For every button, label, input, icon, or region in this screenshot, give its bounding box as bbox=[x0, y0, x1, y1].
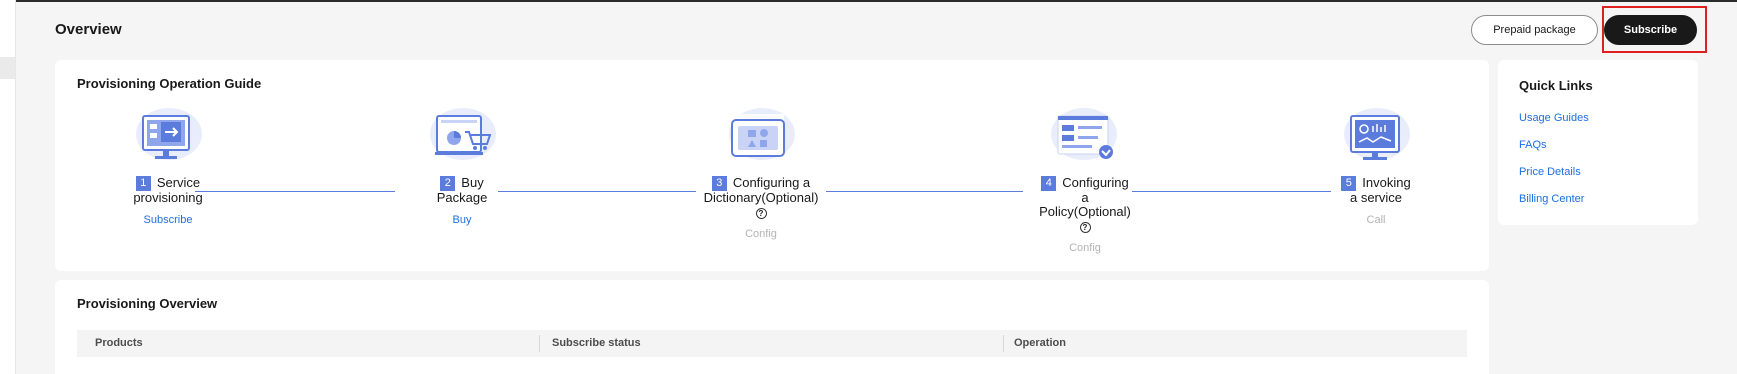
link-price-details[interactable]: Price Details bbox=[1519, 166, 1581, 178]
guide-title: Provisioning Operation Guide bbox=[77, 76, 262, 91]
column-divider bbox=[539, 335, 540, 352]
step-title-line2: Package bbox=[436, 190, 488, 205]
prepaid-package-button[interactable]: Prepaid package bbox=[1471, 15, 1598, 45]
top-border bbox=[0, 0, 1737, 2]
column-divider bbox=[1003, 335, 1004, 352]
cart-icon bbox=[427, 108, 497, 170]
step-title-line2: provisioning bbox=[133, 190, 203, 205]
column-header-products: Products bbox=[95, 337, 143, 349]
step-number: 1 bbox=[135, 176, 151, 191]
policy-icon bbox=[1050, 108, 1120, 170]
monitor-arrow-icon bbox=[133, 108, 203, 170]
step-number: 2 bbox=[440, 176, 456, 191]
quick-links-title: Quick Links bbox=[1519, 78, 1593, 93]
provisioning-overview-card: Provisioning Overview Products Subscribe… bbox=[55, 280, 1489, 374]
step-number: 5 bbox=[1341, 176, 1357, 191]
help-icon[interactable]: ? bbox=[1079, 222, 1091, 233]
quick-links-card: Quick Links Usage Guides FAQs Price Deta… bbox=[1498, 60, 1698, 225]
step-action-config-dictionary: Config bbox=[745, 228, 777, 240]
left-nav-selected-item[interactable] bbox=[0, 57, 15, 79]
step-action-buy[interactable]: Buy bbox=[387, 214, 537, 226]
column-header-operation: Operation bbox=[1014, 337, 1066, 349]
step-title-line1: Configuring bbox=[1062, 175, 1129, 190]
step-title-line1: Invoking bbox=[1362, 175, 1411, 190]
step-title-line1: Buy bbox=[461, 175, 484, 190]
step-title-line3: Policy(Optional) bbox=[1039, 204, 1131, 219]
step-title-line1: Service bbox=[156, 175, 201, 190]
step-number: 4 bbox=[1041, 176, 1057, 191]
dashboard-monitor-icon bbox=[1341, 108, 1411, 170]
step-title-line2: Dictionary(Optional) bbox=[703, 190, 819, 205]
link-billing-center[interactable]: Billing Center bbox=[1519, 193, 1584, 205]
subscribe-button[interactable]: Subscribe bbox=[1604, 15, 1697, 45]
table-header: Products Subscribe status Operation bbox=[77, 330, 1467, 357]
step-action-call: Call bbox=[1366, 214, 1386, 226]
link-faqs[interactable]: FAQs bbox=[1519, 139, 1547, 151]
dictionary-icon bbox=[726, 108, 796, 170]
step-title-line2: a bbox=[1081, 190, 1089, 205]
operation-guide-card: Provisioning Operation Guide 1 Service pr… bbox=[55, 60, 1489, 271]
step-connector-3 bbox=[826, 191, 1023, 192]
step-number: 3 bbox=[711, 176, 727, 191]
step-action-config-policy: Config bbox=[1069, 242, 1101, 254]
help-icon[interactable]: ? bbox=[755, 208, 767, 219]
step-action-subscribe[interactable]: Subscribe bbox=[93, 214, 243, 226]
column-header-subscribe-status: Subscribe status bbox=[552, 337, 641, 349]
left-nav-rail bbox=[0, 0, 16, 374]
link-usage-guides[interactable]: Usage Guides bbox=[1519, 112, 1589, 124]
overview-title: Provisioning Overview bbox=[77, 296, 218, 311]
step-title-line1: Configuring a bbox=[732, 175, 811, 190]
page-title: Overview bbox=[55, 21, 122, 38]
step-title-line2: a service bbox=[1349, 190, 1403, 205]
